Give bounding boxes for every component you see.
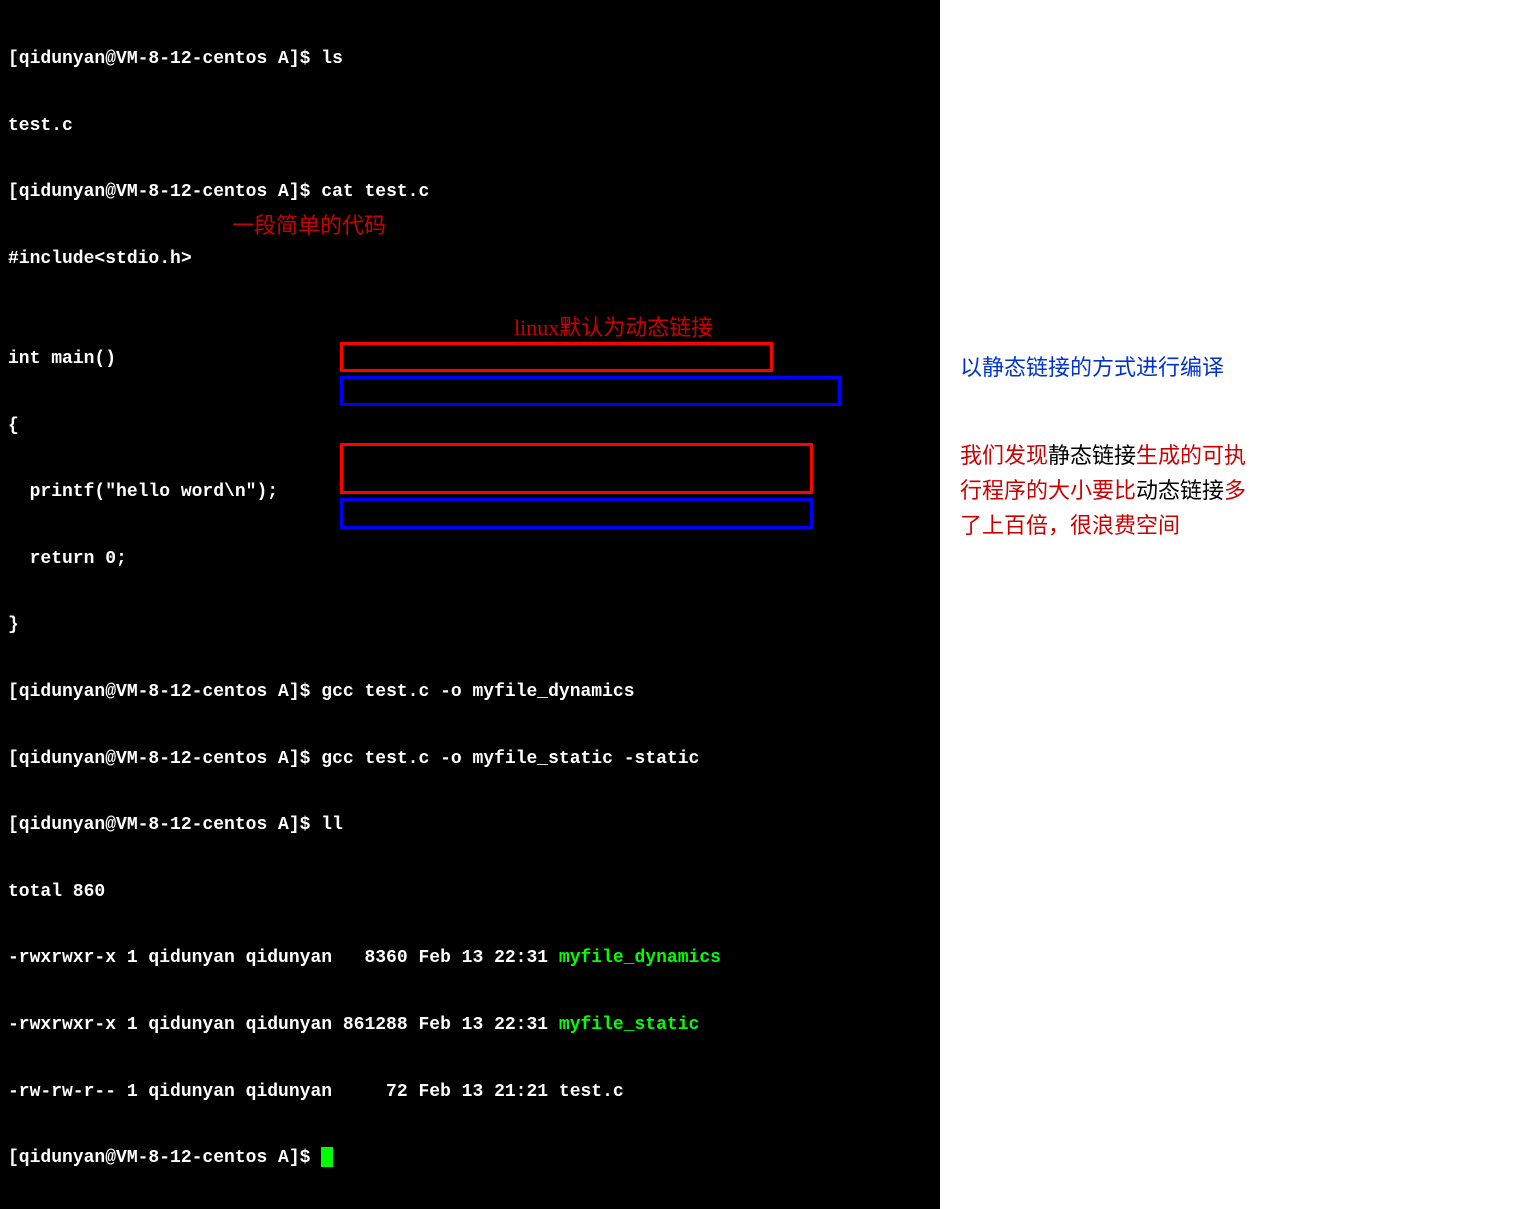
note-fragment: 我们发现 (960, 443, 1048, 468)
ll-row-meta: -rwxrwxr-x 1 qidunyan qidunyan 8360 Feb … (8, 948, 559, 968)
code-line: { (8, 410, 940, 443)
ll-row: -rwxrwxr-x 1 qidunyan qidunyan 861288 Fe… (8, 1009, 940, 1042)
shell-prompt: [qidunyan@VM-8-12-centos A]$ (8, 815, 321, 835)
code-line: } (8, 609, 940, 642)
annotation-simple-code: 一段简单的代码 (232, 208, 386, 240)
code-line: return 0; (8, 543, 940, 576)
code-line: int main() (8, 343, 940, 376)
code-line: printf("hello word\n"); (8, 476, 940, 509)
command-ll: ll (321, 815, 343, 835)
ll-row-filename: myfile_dynamics (559, 948, 721, 968)
shell-prompt: [qidunyan@VM-8-12-centos A]$ (8, 749, 321, 769)
shell-prompt: [qidunyan@VM-8-12-centos A]$ (8, 1148, 321, 1168)
ll-row-meta: -rwxrwxr-x 1 qidunyan qidunyan 861288 Fe… (8, 1015, 559, 1035)
note-fragment: 动态链接 (1136, 478, 1224, 503)
code-line: #include<stdio.h> (8, 243, 940, 276)
command-cat: cat test.c (321, 182, 429, 202)
annotation-size-comparison: 我们发现静态链接生成的可执行程序的大小要比动态链接多了上百倍，很浪费空间 (960, 438, 1260, 544)
ll-total: total 860 (8, 876, 940, 909)
cursor-icon (321, 1147, 333, 1167)
ll-row: -rwxrwxr-x 1 qidunyan qidunyan 8360 Feb … (8, 942, 940, 975)
ll-row-filename: myfile_static (559, 1015, 699, 1035)
annotation-static-compile: 以静态链接的方式进行编译 (960, 350, 1224, 382)
prompt-line: [qidunyan@VM-8-12-centos A]$ ls (8, 43, 940, 76)
ll-row: -rw-rw-r-- 1 qidunyan qidunyan 72 Feb 13… (8, 1076, 940, 1109)
shell-prompt: [qidunyan@VM-8-12-centos A]$ (8, 682, 321, 702)
prompt-line: [qidunyan@VM-8-12-centos A]$ gcc test.c … (8, 743, 940, 776)
shell-prompt: [qidunyan@VM-8-12-centos A]$ (8, 49, 321, 69)
note-fragment: 静态链接 (1048, 443, 1136, 468)
prompt-line: [qidunyan@VM-8-12-centos A]$ gcc test.c … (8, 676, 940, 709)
terminal-window[interactable]: [qidunyan@VM-8-12-centos A]$ ls test.c [… (0, 0, 940, 1209)
prompt-line: [qidunyan@VM-8-12-centos A]$ ll (8, 809, 940, 842)
command-gcc-dynamic: gcc test.c -o myfile_dynamics (321, 682, 634, 702)
ls-output: test.c (8, 110, 940, 143)
prompt-line: [qidunyan@VM-8-12-centos A]$ (8, 1142, 940, 1175)
shell-prompt: [qidunyan@VM-8-12-centos A]$ (8, 182, 321, 202)
command-gcc-static: gcc test.c -o myfile_static -static (321, 749, 699, 769)
annotation-default-dynamic: linux默认为动态链接 (514, 310, 713, 342)
prompt-line: [qidunyan@VM-8-12-centos A]$ cat test.c (8, 176, 940, 209)
command-ls: ls (321, 49, 343, 69)
